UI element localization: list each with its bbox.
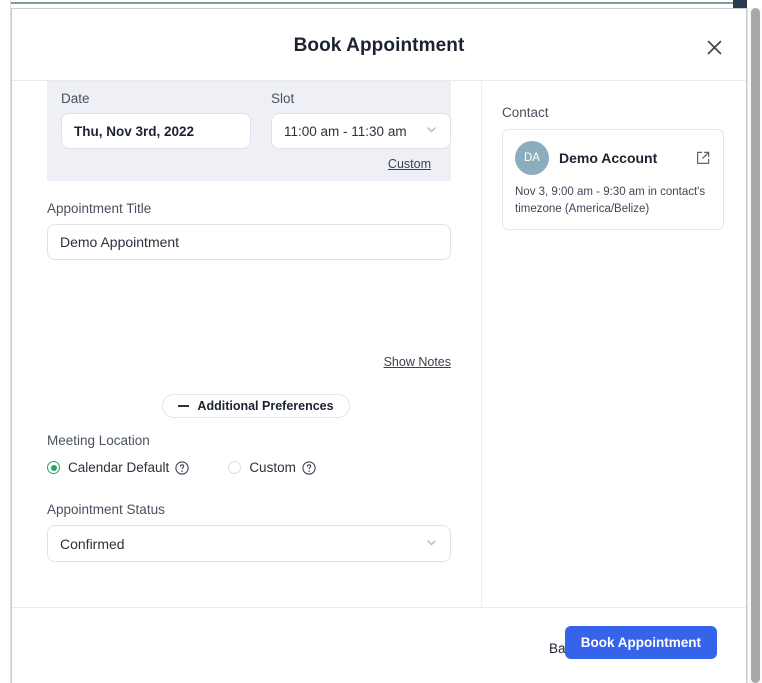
radio-calendar-default-label: Calendar Default xyxy=(68,460,170,475)
appointment-title-label: Appointment Title xyxy=(47,201,152,216)
radio-calendar-default[interactable]: Calendar Default xyxy=(47,460,169,475)
date-slot-panel: Date Thu, Nov 3rd, 2022 Slot 11:00 am - … xyxy=(47,81,451,181)
contact-card: DA Demo Account Nov 3, 9:00 am - 9:30 am… xyxy=(502,129,724,231)
radio-custom[interactable]: Custom xyxy=(228,460,296,475)
minus-icon xyxy=(178,405,190,407)
page-scrollbar-thumb[interactable] xyxy=(751,8,760,683)
slot-label: Slot xyxy=(271,91,295,106)
slot-select[interactable]: 11:00 am - 11:30 am xyxy=(271,113,451,149)
appointment-form-column: Date Thu, Nov 3rd, 2022 Slot 11:00 am - … xyxy=(12,81,481,607)
date-value: Thu, Nov 3rd, 2022 xyxy=(74,123,195,139)
appointment-status-select[interactable]: Confirmed xyxy=(47,525,451,562)
show-notes-link[interactable]: Show Notes xyxy=(47,355,451,369)
modal-header: Book Appointment xyxy=(12,9,746,81)
meeting-location-label: Meeting Location xyxy=(47,433,150,448)
additional-preferences-label: Additional Preferences xyxy=(197,399,334,413)
appointment-title-group: Appointment Title Demo Appointment xyxy=(47,201,451,260)
contact-details: Nov 3, 9:00 am - 9:30 am in contact's ti… xyxy=(515,186,706,215)
modal-body: Date Thu, Nov 3rd, 2022 Slot 11:00 am - … xyxy=(12,81,746,607)
meeting-location-radio-group: Calendar Default Custom xyxy=(47,460,316,475)
external-link-icon[interactable] xyxy=(695,150,711,166)
avatar: DA xyxy=(515,141,549,175)
chevron-down-icon xyxy=(425,123,438,139)
date-label: Date xyxy=(61,91,90,106)
help-circle-icon-calendar-default[interactable] xyxy=(175,460,189,475)
appointment-status-value: Confirmed xyxy=(60,535,125,552)
page-left-edge xyxy=(0,0,11,683)
close-icon[interactable] xyxy=(700,33,728,61)
date-input[interactable]: Thu, Nov 3rd, 2022 xyxy=(61,113,251,149)
contact-card-header: DA Demo Account xyxy=(515,141,711,175)
radio-custom-label: Custom xyxy=(249,460,296,475)
radio-indicator-unselected xyxy=(228,461,242,474)
contact-heading: Contact xyxy=(502,105,549,120)
book-appointment-button[interactable]: Book Appointment xyxy=(564,626,717,659)
page-scrollbar[interactable] xyxy=(747,8,762,683)
radio-indicator-selected xyxy=(47,461,60,474)
help-circle-icon-custom[interactable] xyxy=(302,460,316,475)
slot-value: 11:00 am - 11:30 am xyxy=(284,123,407,139)
window-chrome-strip xyxy=(11,0,747,8)
contact-column: Contact DA Demo Account Nov 3, 9:00 am -… xyxy=(482,81,746,607)
appointment-status-label: Appointment Status xyxy=(47,502,165,517)
modal-footer: Back Book Appointment xyxy=(12,607,746,683)
chevron-down-icon xyxy=(425,536,438,552)
date-field-group: Date Thu, Nov 3rd, 2022 xyxy=(61,91,251,149)
contact-name: Demo Account xyxy=(559,150,658,166)
page-root: Book Appointment Date Thu, Nov 3rd, 2022… xyxy=(0,0,762,683)
appointment-status-group: Appointment Status Confirmed xyxy=(47,502,451,562)
additional-preferences-toggle[interactable]: Additional Preferences xyxy=(162,394,350,418)
appointment-title-value: Demo Appointment xyxy=(60,234,180,250)
page-title: Book Appointment xyxy=(293,35,465,56)
appointment-title-input[interactable]: Demo Appointment xyxy=(47,224,451,260)
custom-slot-link[interactable]: Custom xyxy=(61,157,437,171)
meeting-location-label-group: Meeting Location xyxy=(47,433,451,456)
slot-field-group: Slot 11:00 am - 11:30 am xyxy=(271,91,451,149)
book-appointment-modal: Book Appointment Date Thu, Nov 3rd, 2022… xyxy=(11,8,747,683)
